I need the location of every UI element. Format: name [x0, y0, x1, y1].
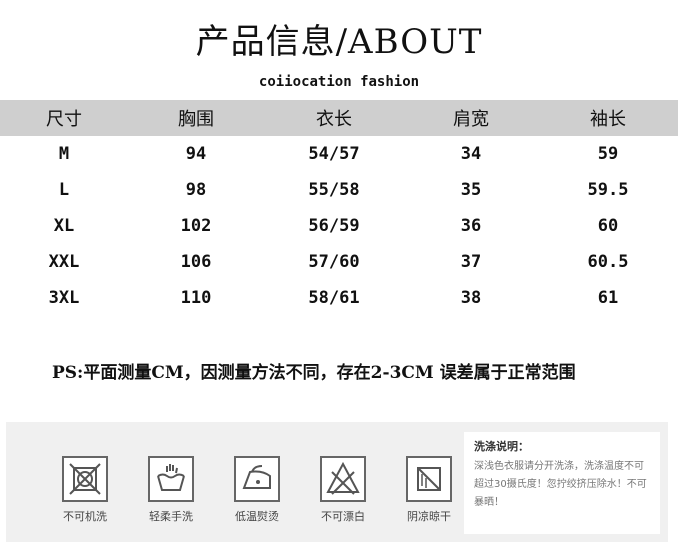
- table-cell: 37: [460, 252, 482, 272]
- header-sleeve: 袖长: [590, 109, 626, 130]
- care-instructions-panel: 不可机洗 轻柔手洗 低温熨烫 不可漂白 阴凉晾干 洗涤说明： 深浅色衣服请分开洗…: [6, 422, 668, 542]
- care-label: 低温熨烫: [235, 510, 279, 523]
- care-label: 轻柔手洗: [149, 510, 193, 523]
- table-cell: 57/60: [308, 252, 360, 272]
- header-size: 尺寸: [46, 109, 82, 130]
- header-shoulder: 肩宽: [453, 109, 489, 130]
- header-length: 衣长: [316, 109, 352, 130]
- care-item: 不可漂白: [300, 456, 386, 524]
- table-cell: 59: [597, 144, 619, 164]
- no-bleach-icon: [320, 456, 366, 502]
- table-cell: 61: [597, 288, 619, 308]
- table-row: L 98 55/58 35 59.5: [0, 172, 678, 208]
- care-item: 低温熨烫: [214, 456, 300, 524]
- table-cell: 102: [180, 216, 212, 236]
- table-cell: 58/61: [308, 288, 360, 308]
- care-label: 阴凉晾干: [407, 510, 451, 523]
- header-chest: 胸围: [178, 109, 214, 130]
- table-cell: XL: [53, 216, 75, 236]
- table-row: XL 102 56/59 36 60: [0, 208, 678, 244]
- table-cell: 38: [460, 288, 482, 308]
- table-cell: 60: [597, 216, 619, 236]
- care-item: 轻柔手洗: [128, 456, 214, 524]
- table-row: XXL 106 57/60 37 60.5: [0, 244, 678, 280]
- size-table: 尺寸 胸围 衣长 肩宽 袖长 M 94 54/57 34 59 L 98 55/…: [0, 100, 678, 316]
- table-cell: 3XL: [48, 288, 80, 308]
- table-cell: 55/58: [308, 180, 360, 200]
- table-cell: 34: [460, 144, 482, 164]
- wash-instructions: 洗涤说明： 深浅色衣服请分开洗涤，洗涤温度不可超过30摄氏度！忽拧绞挤压除水！不…: [464, 432, 660, 534]
- table-cell: 106: [180, 252, 212, 272]
- brand-subtitle: coiiocation fashion: [258, 74, 420, 90]
- wash-instructions-title: 洗涤说明：: [474, 440, 529, 453]
- measurement-note: PS:平面测量CM，因测量方法不同，存在2-3CM 误差属于正常范围: [52, 363, 576, 383]
- table-cell: 56/59: [308, 216, 360, 236]
- table-cell: XXL: [48, 252, 80, 272]
- care-label: 不可漂白: [321, 510, 365, 523]
- care-item: 不可机洗: [42, 456, 128, 524]
- table-cell: 60.5: [587, 252, 629, 272]
- table-cell: 98: [185, 180, 207, 200]
- page-title: 产品信息/ABOUT: [195, 22, 483, 62]
- shade-dry-icon: [406, 456, 452, 502]
- table-cell: M: [58, 144, 70, 164]
- table-row: 3XL 110 58/61 38 61: [0, 280, 678, 316]
- care-item: 阴凉晾干: [386, 456, 472, 524]
- care-label: 不可机洗: [63, 510, 107, 523]
- table-cell: 94: [185, 144, 207, 164]
- table-cell: 35: [460, 180, 482, 200]
- no-machine-wash-icon: [62, 456, 108, 502]
- table-cell: 36: [460, 216, 482, 236]
- care-icons: 不可机洗 轻柔手洗 低温熨烫 不可漂白 阴凉晾干: [42, 456, 472, 524]
- table-cell: L: [58, 180, 70, 200]
- gentle-hand-wash-icon: [148, 456, 194, 502]
- low-temp-iron-icon: [234, 456, 280, 502]
- table-row: M 94 54/57 34 59: [0, 136, 678, 172]
- table-cell: 54/57: [308, 144, 360, 164]
- table-cell: 110: [180, 288, 212, 308]
- wash-instructions-text: 深浅色衣服请分开洗涤，洗涤温度不可超过30摄氏度！忽拧绞挤压除水！不可暴晒！: [474, 461, 647, 508]
- table-header: 尺寸 胸围 衣长 肩宽 袖长: [0, 100, 678, 136]
- table-cell: 59.5: [587, 180, 629, 200]
